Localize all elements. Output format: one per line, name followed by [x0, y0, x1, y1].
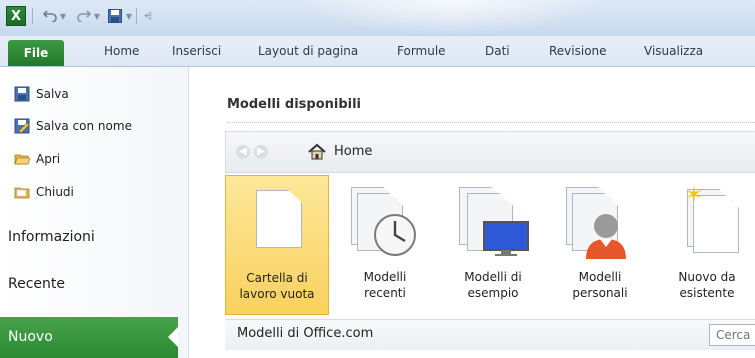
close-folder-icon [14, 184, 30, 200]
template-tiles: Cartella dilavoro vuota Modellirecenti [225, 175, 755, 317]
nav-item-recente[interactable]: Recente [8, 276, 65, 292]
personal-templates-icon [562, 185, 642, 261]
redo-dropdown-icon[interactable]: ▼ [92, 5, 102, 27]
main-panel: Modelli disponibili ◀ ▶ Home Cartella di… [189, 67, 755, 358]
tile-label: Nuovo da esistente [678, 270, 736, 300]
tab-formule[interactable]: Formule [397, 36, 446, 66]
page-title: Modelli disponibili [227, 97, 362, 112]
title-bar-glow [300, 0, 600, 36]
tile-label: Modelli recenti [363, 270, 407, 300]
forward-arrow-icon[interactable]: ▶ [254, 145, 268, 159]
redo-icon[interactable] [74, 5, 94, 27]
separator [32, 5, 33, 27]
template-nav-bar: ◀ ▶ Home [225, 131, 755, 173]
save-icon [14, 86, 30, 102]
tile-blank-workbook[interactable]: Cartella di lavoro vuota [225, 175, 329, 315]
active-indicator-notch [168, 327, 178, 347]
tab-inserisci[interactable]: Inserisci [172, 36, 221, 66]
nav-label: Apri [36, 152, 61, 166]
nav-label: Salva con nome [36, 119, 132, 133]
tile-new-from-existing[interactable]: Nuovo da esistente [655, 175, 755, 315]
save-dropdown-icon[interactable]: ▼ [124, 5, 134, 27]
tab-dati[interactable]: Dati [485, 36, 510, 66]
nav-item-informazioni[interactable]: Informazioni [8, 229, 95, 245]
new-from-existing-icon [679, 185, 749, 261]
divider [227, 122, 755, 123]
tab-revisione[interactable]: Revisione [549, 36, 607, 66]
nav-item-chiudi[interactable]: Chiudi [14, 181, 74, 203]
recent-templates-icon [347, 185, 427, 261]
backstage-nav: Salva Salva con nome Apri Chiudi Informa… [0, 67, 189, 358]
nav-label: Nuovo [8, 329, 53, 345]
undo-icon[interactable] [40, 5, 60, 27]
save-icon[interactable] [106, 5, 124, 27]
excel-app-icon[interactable]: X [6, 5, 26, 27]
tile-label: Modelli di esempio [464, 270, 522, 300]
tile-sample-templates[interactable]: Modelli di esempio [441, 175, 545, 315]
nav-item-salva[interactable]: Salva [14, 83, 69, 105]
nav-item-nuovo[interactable]: Nuovo [0, 317, 178, 358]
nav-item-apri[interactable]: Apri [14, 148, 60, 170]
tile-personal-templates[interactable]: Modelli personali [548, 175, 652, 315]
sample-templates-icon [453, 185, 537, 261]
save-as-icon [14, 118, 30, 134]
search-input[interactable] [709, 324, 755, 346]
breadcrumb[interactable]: Home [334, 144, 372, 159]
title-bar: X ▼ ▼ ▼ ⩤ [0, 0, 755, 36]
excel-logo-glyph: X [6, 6, 26, 26]
back-arrow-icon[interactable]: ◀ [236, 145, 250, 159]
undo-dropdown-icon[interactable]: ▼ [58, 5, 68, 27]
tile-recent-templates[interactable]: Modelli recenti [333, 175, 437, 315]
open-folder-icon [14, 151, 31, 167]
office-section-label: Modelli di Office.com [237, 326, 374, 341]
nav-label: Salva [36, 87, 69, 101]
ribbon-tab-bar: File Home Inserisci Layout di pagina For… [0, 36, 755, 67]
customize-icon[interactable]: ⩤ [142, 5, 154, 27]
separator [136, 5, 137, 27]
tile-label: Cartella di lavoro vuota [239, 271, 315, 301]
tab-visualizza[interactable]: Visualizza [644, 36, 703, 66]
office-templates-bar: Modelli di Office.com [225, 319, 755, 350]
tab-layout-di-pagina[interactable]: Layout di pagina [258, 36, 358, 66]
tab-home[interactable]: Home [104, 36, 139, 66]
nav-item-salva-con-nome[interactable]: Salva con nome [14, 115, 132, 137]
tile-label: Modelli personali [572, 270, 628, 300]
nav-label: Chiudi [36, 185, 74, 199]
tab-file[interactable]: File [8, 40, 64, 66]
home-icon[interactable] [308, 143, 326, 163]
